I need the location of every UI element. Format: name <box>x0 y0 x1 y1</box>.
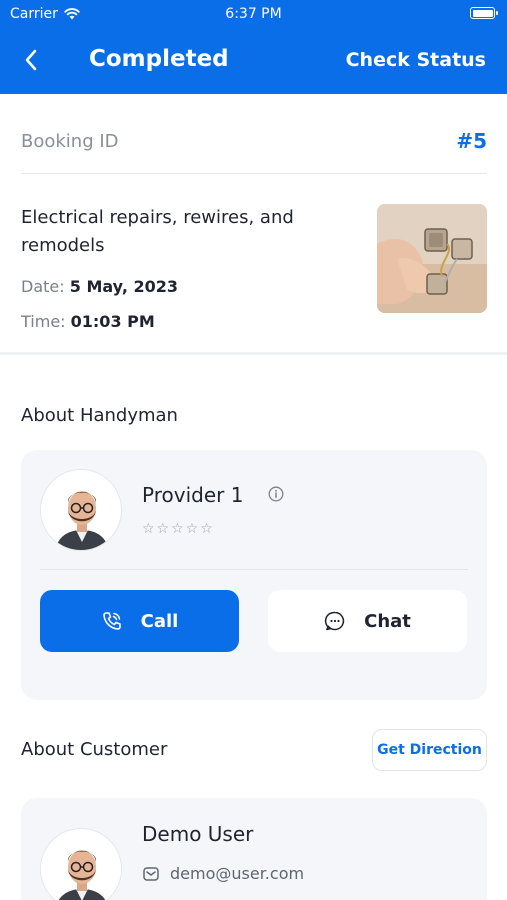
divider <box>21 173 487 174</box>
provider-name: Provider 1 <box>142 483 244 507</box>
rating-stars: ☆☆☆☆☆ <box>142 521 215 537</box>
time-value: 01:03 PM <box>70 312 155 331</box>
chevron-left-icon <box>25 49 37 71</box>
customer-email-row: demo@user.com <box>142 864 304 883</box>
handyman-avatar[interactable] <box>40 469 122 551</box>
divider <box>40 569 468 570</box>
handyman-card: Provider 1 ☆☆☆☆☆ Call Chat <box>21 450 487 700</box>
customer-email[interactable]: demo@user.com <box>170 864 304 883</box>
app-header: Carrier 6:37 PM Completed Check Status <box>0 0 507 94</box>
chat-label: Chat <box>364 610 411 632</box>
date-label: Date: <box>21 277 65 296</box>
booking-date: Date: 5 May, 2023 <box>21 277 178 296</box>
about-customer-title: About Customer <box>21 739 168 760</box>
booking-id-value: #5 <box>456 129 487 153</box>
info-icon[interactable] <box>268 486 284 502</box>
customer-card: Demo User demo@user.com <box>21 798 487 900</box>
status-time: 6:37 PM <box>225 6 282 22</box>
back-button[interactable] <box>16 45 46 75</box>
customer-avatar[interactable] <box>40 828 122 900</box>
about-handyman-title: About Handyman <box>21 405 178 426</box>
call-button[interactable]: Call <box>40 590 239 652</box>
time-label: Time: <box>21 312 66 331</box>
service-name: Electrical repairs, rewires, and remodel… <box>21 207 294 256</box>
mail-icon <box>143 866 159 881</box>
section-separator <box>0 352 507 355</box>
booking-id-label: Booking ID <box>21 130 119 152</box>
status-bar: Carrier 6:37 PM <box>0 0 507 28</box>
chat-button[interactable]: Chat <box>268 590 467 652</box>
service-image[interactable] <box>377 204 487 313</box>
booking-time: Time: 01:03 PM <box>21 312 155 331</box>
battery-icon <box>470 7 498 19</box>
customer-name: Demo User <box>142 822 254 846</box>
call-label: Call <box>140 610 179 632</box>
phone-icon <box>102 612 121 630</box>
page-title: Completed <box>89 46 229 72</box>
date-value: 5 May, 2023 <box>69 277 179 296</box>
booking-id-row: Booking ID #5 <box>21 126 487 156</box>
check-status-button[interactable]: Check Status <box>346 49 486 71</box>
get-direction-button[interactable]: Get Direction <box>372 729 487 771</box>
chat-bubble-icon <box>324 611 345 631</box>
